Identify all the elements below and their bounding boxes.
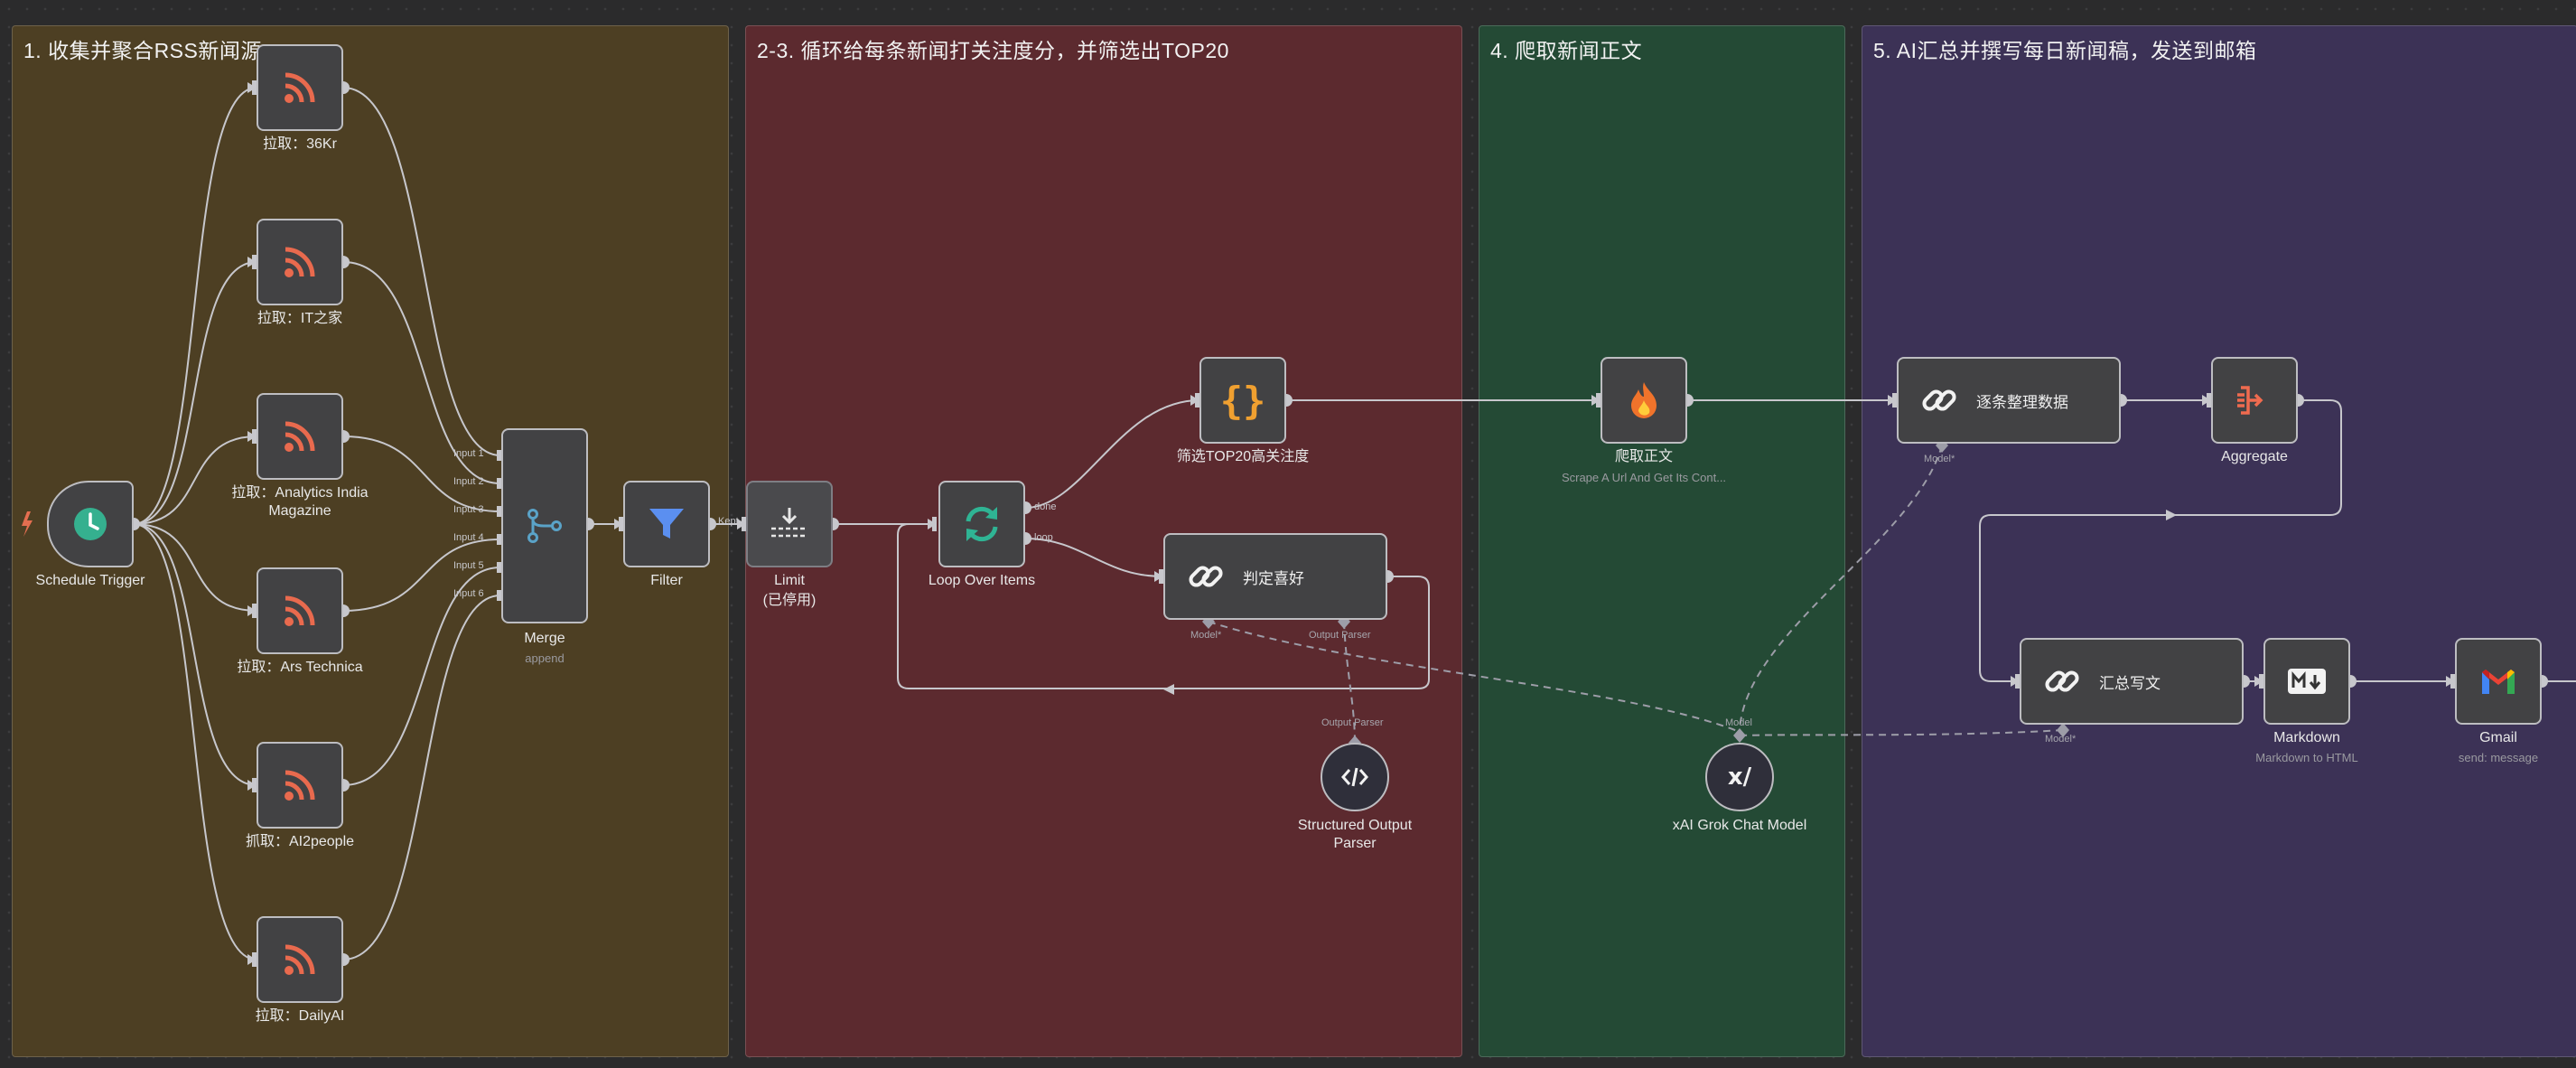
node-label-line2: Magazine	[268, 503, 331, 519]
node-label: 抓取：AI2people	[245, 834, 355, 849]
node-label: Markdown	[2273, 730, 2340, 745]
node-schedule-trigger[interactable]	[47, 481, 134, 567]
loop-icon	[961, 503, 1003, 545]
node-label: 拉取：DailyAI	[255, 1008, 345, 1024]
wire-write-model	[1739, 729, 2064, 736]
wire-organize-model	[1739, 445, 1943, 733]
wire-rss6-merge	[342, 595, 501, 960]
node-subtitle: send: message	[2458, 751, 2539, 764]
node-write-summary[interactable]: 汇总写文	[2020, 638, 2244, 725]
node-scrape-content[interactable]	[1601, 357, 1687, 444]
merge-input-2-label: Input 2	[453, 476, 484, 487]
node-subtitle: Scrape A Url And Get Its Cont...	[1561, 471, 1727, 484]
rss-icon	[282, 942, 318, 978]
node-label: Aggregate	[2221, 449, 2288, 464]
chain-link-icon	[1187, 557, 1225, 595]
workflow-canvas[interactable]: 1. 收集并聚合RSS新闻源 2-3. 循环给每条新闻打关注度分，并筛选出TOP…	[0, 0, 2576, 1068]
node-gmail[interactable]	[2455, 638, 2542, 725]
node-rss-36kr[interactable]	[257, 44, 343, 131]
judge-model-port-label: Model*	[1190, 630, 1222, 641]
organize-model-port-label: Model*	[1924, 454, 1955, 464]
node-merge[interactable]	[501, 428, 588, 623]
node-rss-analytics-india[interactable]	[257, 393, 343, 480]
wire-schedule-rss6	[133, 523, 257, 960]
fire-icon	[1628, 380, 1660, 420]
aggregate-icon	[2235, 381, 2273, 419]
node-rss-ai2people[interactable]	[257, 742, 343, 829]
node-label: Merge	[524, 631, 565, 646]
node-label: 拉取：36Kr	[263, 136, 337, 152]
limit-icon	[770, 506, 809, 542]
node-structured-output-parser[interactable]	[1321, 743, 1389, 811]
node-aggregate[interactable]	[2211, 357, 2298, 444]
merge-input-3-label: Input 3	[453, 504, 484, 515]
rss-icon	[282, 244, 318, 280]
node-label: 拉取：Analytics India	[231, 485, 369, 501]
wire-schedule-rss4	[133, 523, 257, 612]
node-label: Schedule Trigger	[35, 573, 145, 588]
merge-input-4-label: Input 4	[453, 532, 484, 543]
loop-loop-label: loop	[1034, 532, 1053, 543]
node-xai-grok-model[interactable]: x/	[1705, 743, 1774, 811]
markdown-icon	[2287, 668, 2327, 695]
wire-schedule-rss1	[133, 87, 257, 525]
wire-rss5-merge	[342, 567, 501, 786]
node-subtitle: Markdown to HTML	[2255, 751, 2358, 764]
rss-icon	[282, 767, 318, 803]
node-label-line2: Parser	[1333, 836, 1377, 851]
judge-parser-port-label: Output Parser	[1309, 630, 1371, 641]
node-label-line2: (已停用)	[762, 593, 817, 608]
node-label: Gmail	[2479, 730, 2517, 745]
node-subtitle: append	[525, 651, 565, 665]
node-label: Limit	[774, 573, 805, 588]
parser-port-label: Output Parser	[1321, 717, 1384, 728]
xai-model-port-label: Model	[1725, 717, 1752, 728]
filter-kept-label: Kept	[718, 516, 739, 527]
rss-icon	[282, 593, 318, 629]
node-label: 逐条整理数据	[1976, 393, 2068, 411]
node-label: 拉取：IT之家	[257, 311, 343, 326]
node-top20-code[interactable]: {}	[1199, 357, 1286, 444]
wire-rss1-merge	[342, 87, 501, 456]
wire-loop-top20	[1024, 399, 1200, 509]
code-icon: {}	[1219, 378, 1266, 423]
merge-input-6-label: Input 6	[453, 588, 484, 599]
node-rss-ars-technica[interactable]	[257, 567, 343, 654]
node-limit-disabled[interactable]	[746, 481, 833, 567]
node-label: Loop Over Items	[928, 573, 1036, 588]
code-brackets-icon	[1341, 765, 1368, 789]
wire-loop-judge	[1024, 538, 1164, 577]
node-label: 汇总写文	[2099, 674, 2161, 692]
node-loop-over-items[interactable]	[938, 481, 1025, 567]
node-markdown[interactable]	[2263, 638, 2350, 725]
xai-icon: x/	[1727, 764, 1752, 791]
merge-input-5-label: Input 5	[453, 560, 484, 571]
node-rss-dailyai[interactable]	[257, 916, 343, 1003]
node-organize-data[interactable]: 逐条整理数据	[1897, 357, 2121, 444]
merge-icon	[526, 507, 564, 545]
write-model-port-label: Model*	[2045, 734, 2077, 745]
wire-schedule-rss3	[133, 436, 257, 525]
chain-link-icon	[1920, 381, 1958, 419]
wire-judge-model	[1208, 621, 1741, 733]
node-filter[interactable]	[623, 481, 710, 567]
node-label: Filter	[650, 573, 683, 588]
rss-icon	[282, 70, 318, 106]
node-label: Structured Output	[1297, 818, 1413, 833]
node-label: 拉取：Ars Technica	[237, 660, 363, 675]
node-label: 判定喜好	[1243, 569, 1304, 587]
filter-icon	[647, 504, 686, 544]
node-label: 筛选TOP20高关注度	[1176, 449, 1310, 464]
trigger-bolt-icon	[22, 511, 33, 537]
node-label: xAI Grok Chat Model	[1672, 818, 1807, 833]
rss-icon	[282, 418, 318, 454]
node-label: 爬取正文	[1614, 449, 1674, 464]
gmail-icon	[2479, 667, 2517, 696]
node-judge-preference[interactable]: 判定喜好	[1163, 533, 1387, 620]
merge-input-1-label: Input 1	[453, 448, 484, 459]
node-rss-ithome[interactable]	[257, 219, 343, 305]
chain-link-icon	[2043, 662, 2081, 700]
loop-done-label: done	[1034, 501, 1057, 512]
clock-icon	[72, 506, 108, 542]
